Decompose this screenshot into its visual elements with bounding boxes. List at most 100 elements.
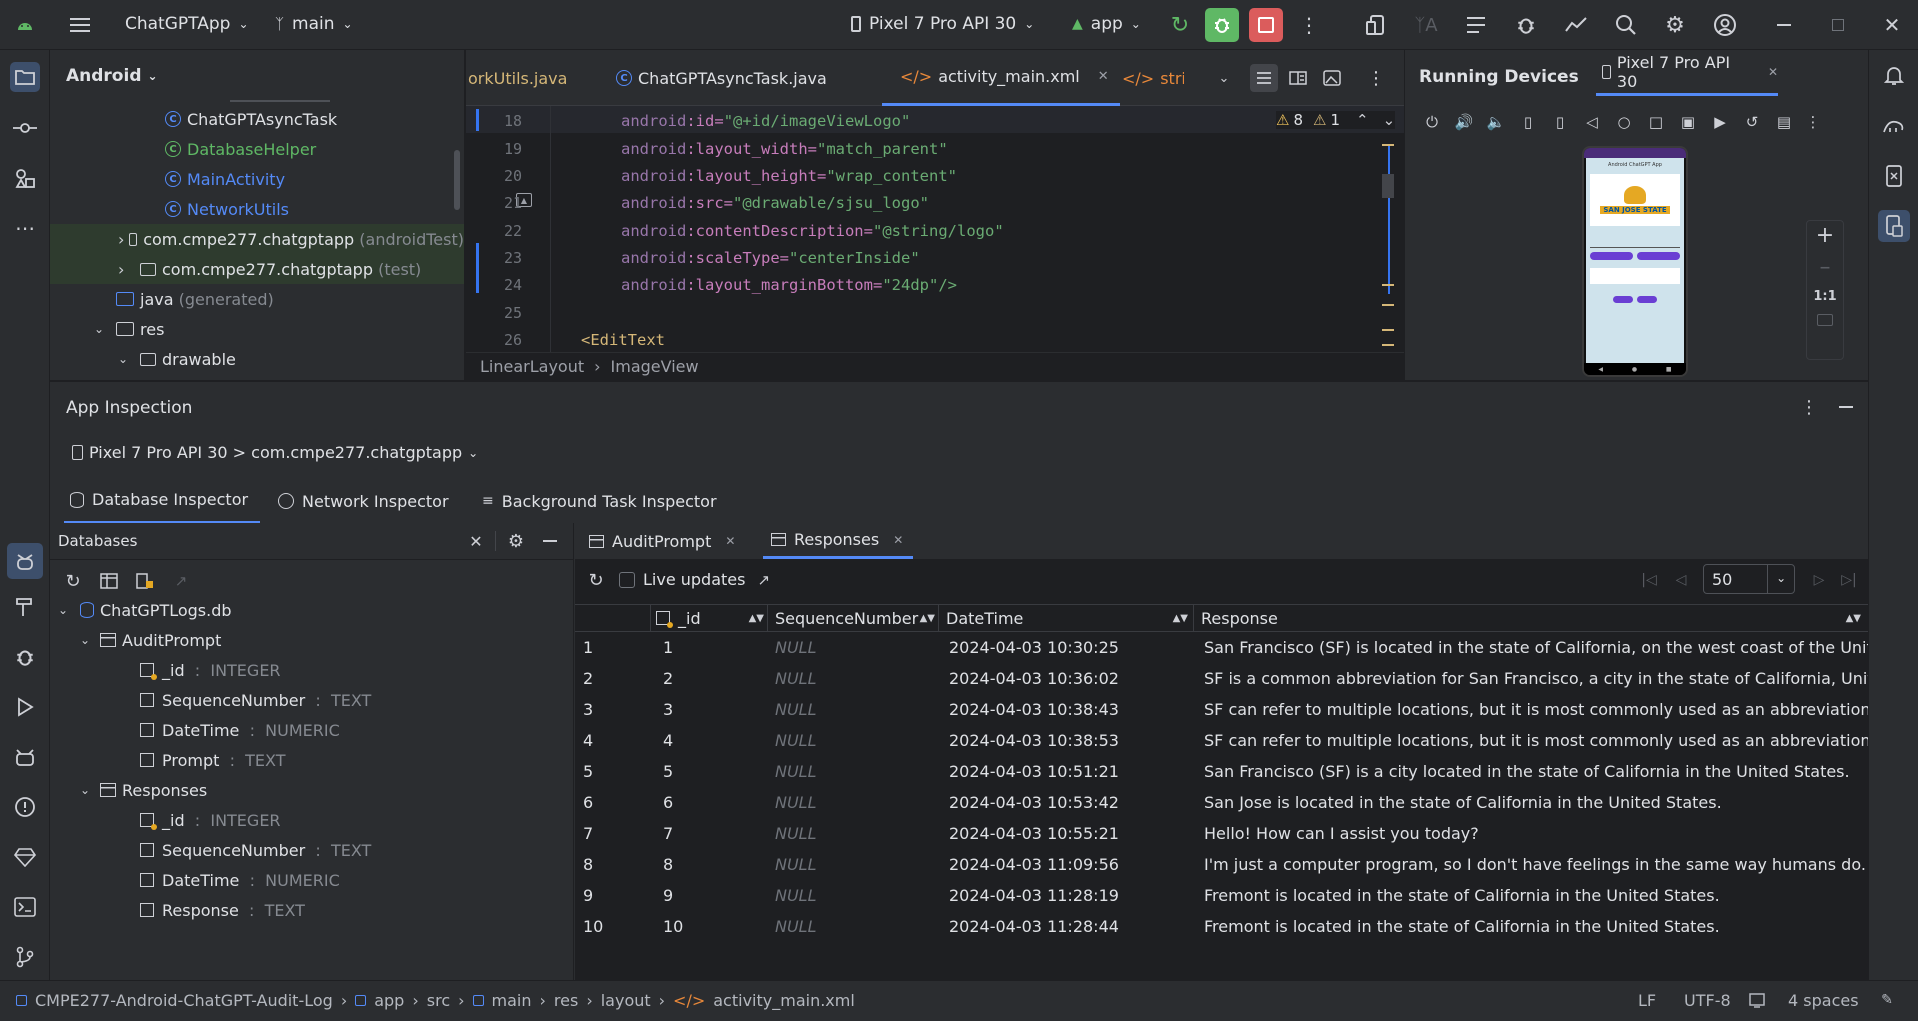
tree-item[interactable]: ⌄ drawable [118, 346, 236, 372]
home-icon[interactable]: ○ [1611, 113, 1637, 131]
sequence-number-cell[interactable]: NULL [775, 855, 895, 874]
page-size-select[interactable]: 50 ⌄ [1703, 564, 1795, 594]
rotate-right-icon[interactable]: ▯ [1547, 113, 1573, 131]
column-header-sequence[interactable]: SequenceNumber ▲▼ [775, 604, 935, 632]
column-header-id[interactable]: _id ▲▼ [656, 604, 764, 632]
previous-page-icon[interactable]: ◁ [1669, 567, 1693, 593]
table-row[interactable]: 6 6 NULL 2024-04-03 10:53:42 San Jose is loc… [575, 788, 1868, 819]
editor-tab[interactable]: C ChatGPTAsyncTask.java [616, 50, 827, 106]
device-tab[interactable]: Pixel 7 Pro API 30 ✕ [1596, 50, 1778, 96]
profiler-icon[interactable] [1562, 11, 1590, 39]
status-path-item[interactable]: CMPE277-Android-ChatGPT-Audit-Log [35, 991, 333, 1010]
datetime-cell[interactable]: 2024-04-03 10:30:25 [949, 638, 1169, 657]
last-page-icon[interactable]: ▷| [1837, 567, 1861, 593]
row-number-cell[interactable]: 1 [583, 638, 643, 657]
sequence-number-cell[interactable]: NULL [775, 700, 895, 719]
id-cell[interactable]: 6 [663, 793, 743, 812]
row-number-cell[interactable]: 6 [583, 793, 643, 812]
power-icon[interactable]: ⏻ [1419, 113, 1445, 131]
build-variants-icon[interactable] [1462, 11, 1490, 39]
column-node[interactable]: DateTime : NUMERIC [140, 867, 340, 893]
tree-item[interactable]: C MainActivity [165, 166, 285, 192]
tree-item[interactable]: ⌄ res [94, 316, 164, 342]
logcat-icon[interactable] [11, 743, 39, 771]
tree-item[interactable]: java (generated) [116, 286, 274, 312]
account-icon[interactable] [1711, 11, 1739, 39]
datetime-cell[interactable]: 2024-04-03 10:38:43 [949, 700, 1169, 719]
volume-down-icon[interactable]: 🔈 [1483, 113, 1509, 131]
design-view-icon[interactable] [1318, 64, 1346, 92]
problems-icon[interactable] [11, 793, 39, 821]
row-number-cell[interactable]: 9 [583, 886, 643, 905]
device-manager-icon[interactable] [1362, 11, 1390, 39]
hide-panel-icon[interactable] [1834, 395, 1858, 419]
volume-up-icon[interactable]: 🔊 [1451, 113, 1477, 131]
table-row[interactable]: 5 5 NULL 2024-04-03 10:51:21 San Francisco (… [575, 757, 1868, 788]
response-cell[interactable]: Fremont is located in the state of Calif… [1204, 917, 1868, 936]
next-highlight-icon[interactable]: ⌄ [1383, 111, 1396, 129]
id-cell[interactable]: 2 [663, 669, 743, 688]
process-selector[interactable]: Pixel 7 Pro API 30 > com.cmpe277.chatgpt… [72, 443, 478, 462]
datetime-cell[interactable]: 2024-04-03 11:28:19 [949, 886, 1169, 905]
column-node[interactable]: SequenceNumber : TEXT [140, 687, 371, 713]
column-header-response[interactable]: Response ▲▼ [1201, 604, 1861, 632]
table-row[interactable]: 1 1 NULL 2024-04-03 10:30:25 San Francisco (… [575, 633, 1868, 664]
commit-icon[interactable] [11, 114, 39, 142]
response-cell[interactable]: SF is a common abbreviation for San Fran… [1204, 669, 1868, 688]
response-cell[interactable]: Hello! How can I assist you today? [1204, 824, 1868, 843]
error-stripe[interactable] [1382, 134, 1394, 349]
status-path-item[interactable]: res [554, 991, 578, 1010]
tree-scrollbar[interactable] [454, 150, 460, 210]
resource-manager-icon[interactable] [11, 164, 39, 192]
datetime-cell[interactable]: 2024-04-03 10:55:21 [949, 824, 1169, 843]
datetime-cell[interactable]: 2024-04-03 10:53:42 [949, 793, 1169, 812]
column-node[interactable]: _id : INTEGER [140, 657, 281, 683]
status-path-item[interactable]: main [492, 991, 532, 1010]
table-row[interactable]: 8 8 NULL 2024-04-03 11:09:56 I'm just a comp… [575, 850, 1868, 881]
column-node[interactable]: Response : TEXT [140, 897, 305, 923]
tree-item[interactable]: C ChatGPTAsyncTask [165, 106, 337, 132]
tree-item[interactable]: › com.cmpe277.chatgptapp (androidTest) [118, 226, 464, 252]
project-selector[interactable]: ChatGPTApp ⌄ [125, 14, 249, 34]
response-cell[interactable]: San Francisco (SF) is located in the sta… [1204, 638, 1868, 657]
code-view-icon[interactable] [1250, 64, 1278, 92]
debug-tool-icon[interactable] [11, 643, 39, 671]
rotate-left-icon[interactable]: ▯ [1515, 113, 1541, 131]
refresh-table-icon[interactable]: ↻ [583, 567, 609, 593]
id-cell[interactable]: 1 [663, 638, 743, 657]
inspector-tab[interactable]: Network Inspector [278, 478, 449, 524]
device-screen[interactable]: Android ChatGPT App SAN JOSE STATE ◀ ● ■ [1582, 146, 1688, 377]
app-inspection-icon[interactable] [7, 543, 43, 579]
table-row[interactable]: 4 4 NULL 2024-04-03 10:38:53 SF can refer to… [575, 726, 1868, 757]
panel-options-icon[interactable]: ⋮ [1799, 395, 1819, 419]
lock-icon[interactable]: ✎ [1878, 991, 1896, 1009]
encoding-indicator[interactable]: UTF-8 [1684, 991, 1731, 1010]
status-path-item[interactable]: activity_main.xml [713, 991, 855, 1010]
snapshot-icon[interactable]: ↺ [1739, 113, 1765, 131]
result-tab-active[interactable]: Responses ✕ [763, 523, 913, 559]
datetime-cell[interactable]: 2024-04-03 10:38:53 [949, 731, 1169, 750]
database-node[interactable]: ⌄ ChatGPTLogs.db [58, 597, 232, 623]
settings-gear-icon[interactable]: ⚙ [1661, 11, 1689, 39]
editor-more-icon[interactable]: ⋮ [1366, 64, 1386, 92]
table-node[interactable]: ⌄ Responses [80, 777, 207, 803]
editor-tab[interactable]: orkUtils.java [466, 50, 576, 106]
close-tab-icon[interactable]: ✕ [1768, 65, 1778, 79]
id-cell[interactable]: 3 [663, 700, 743, 719]
zoom-in-icon[interactable]: + [1816, 225, 1834, 247]
status-path-item[interactable]: src [427, 991, 450, 1010]
debug-button[interactable] [1205, 8, 1239, 42]
sequence-number-cell[interactable]: NULL [775, 824, 895, 843]
sequence-number-cell[interactable]: NULL [775, 886, 895, 905]
close-window-icon[interactable]: ✕ [1878, 11, 1906, 39]
inspector-tab[interactable]: Database Inspector [64, 478, 260, 524]
sequence-number-cell[interactable]: NULL [775, 731, 895, 750]
close-tab-icon[interactable]: ✕ [725, 534, 735, 548]
id-cell[interactable]: 10 [663, 917, 743, 936]
response-cell[interactable]: Fremont is located in the state of Calif… [1204, 886, 1868, 905]
project-tool-icon[interactable] [10, 62, 40, 92]
sequence-number-cell[interactable]: NULL [775, 669, 895, 688]
more-tools-icon[interactable]: ⋯ [11, 214, 39, 242]
tree-item[interactable]: C NetworkUtils [165, 196, 289, 222]
refresh-schema-icon[interactable]: ↻ [60, 568, 86, 594]
